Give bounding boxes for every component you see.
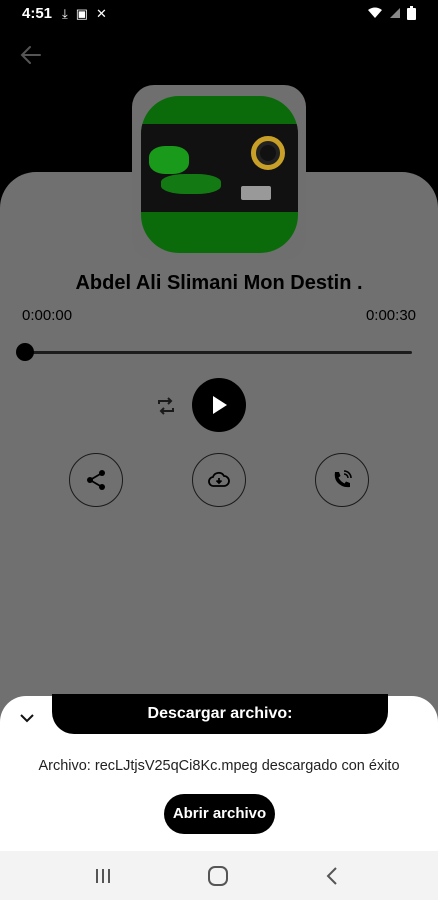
wifi-icon <box>368 7 382 18</box>
sheet-title: Descargar archivo: <box>52 694 388 734</box>
play-icon <box>213 396 227 414</box>
play-button[interactable] <box>192 378 246 432</box>
seek-bar[interactable] <box>24 351 412 354</box>
home-icon[interactable] <box>208 866 228 886</box>
back-icon[interactable] <box>322 865 342 887</box>
call-button[interactable] <box>315 453 369 507</box>
repeat-icon[interactable] <box>154 394 178 418</box>
elapsed-time: 0:00:00 <box>22 307 73 324</box>
cloud-download-icon <box>208 471 230 487</box>
status-bar: 4:51 ⤓ ▣ ✕ <box>0 0 438 28</box>
album-art <box>141 96 298 253</box>
recent-apps-icon[interactable] <box>92 866 114 886</box>
total-duration: 0:00:30 <box>365 307 416 324</box>
back-arrow-icon[interactable] <box>18 42 44 68</box>
download-message: Archivo: recLJtjsV25qCi8Kc.mpeg descarga… <box>38 758 400 774</box>
track-title: Abdel Ali Slimani Mon Destin . <box>75 272 363 294</box>
share-icon <box>87 470 105 490</box>
seek-thumb[interactable] <box>16 343 34 361</box>
download-icon: ⤓ <box>62 6 68 21</box>
system-nav-bar <box>0 851 438 900</box>
battery-icon <box>407 6 416 20</box>
download-button[interactable] <box>192 453 246 507</box>
chevron-down-icon[interactable] <box>17 708 37 728</box>
status-icons-right <box>367 6 416 20</box>
signal-icon <box>390 8 400 18</box>
open-file-button[interactable]: Abrir archivo <box>164 794 275 834</box>
missed-call-icon: ✕ <box>96 6 107 21</box>
image-icon: ▣ <box>75 6 89 21</box>
phone-call-icon <box>334 470 352 488</box>
share-button[interactable] <box>69 453 123 507</box>
status-icons-left: ⤓ ▣ ✕ <box>62 6 107 22</box>
status-time: 4:51 <box>22 5 53 22</box>
download-sheet: Descargar archivo: Archivo: recLJtjsV25q… <box>0 694 438 851</box>
